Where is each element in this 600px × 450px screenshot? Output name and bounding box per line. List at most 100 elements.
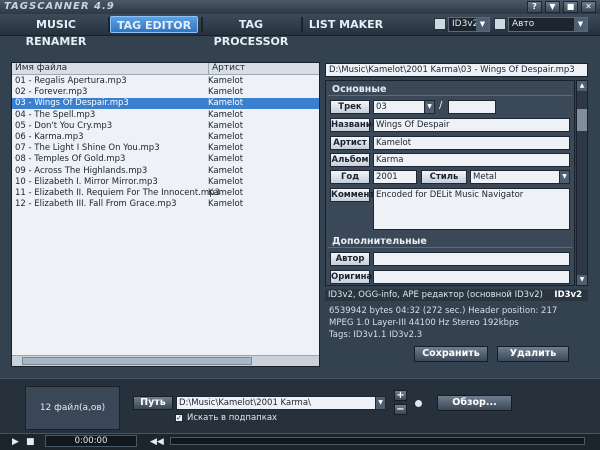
original-input[interactable] — [373, 270, 570, 284]
file-name-cell: 05 - Don't You Cry.mp3 — [15, 120, 113, 131]
table-row[interactable]: 10 - Elizabeth I. Mirror Mirror.mp3 Kamel… — [12, 177, 319, 188]
table-row[interactable]: 11 - Elizabeth II. Requiem For The Innoc… — [12, 188, 319, 199]
section-main-header: Основные — [328, 83, 572, 96]
author-label: Автор — [330, 252, 370, 266]
app-window: TAGSCANNER 4.9 ? ▼ ■ ✕ MUSIC RENAMER TAG… — [0, 0, 600, 450]
subfolders-label: Искать в подпапках — [187, 413, 278, 423]
author-input[interactable] — [373, 252, 570, 266]
scroll-up-icon[interactable]: ▲ — [577, 81, 587, 91]
path-label-button[interactable]: Путь — [133, 396, 173, 410]
table-row[interactable]: 12 - Elizabeth III. Fall From Grace.mp3 K… — [12, 199, 319, 210]
seek-bar[interactable] — [170, 437, 585, 445]
table-row[interactable]: 02 - Forever.mp3 Kamelot — [12, 87, 319, 98]
tag-version-value: ID3v2 — [452, 19, 479, 29]
horizontal-scrollbar[interactable] — [12, 355, 319, 366]
tag-panel-scrollbar[interactable]: ▲ ▼ — [576, 80, 588, 286]
file-name-cell: 08 - Temples Of Gold.mp3 — [15, 154, 126, 165]
help-button[interactable]: ? — [527, 1, 542, 13]
audio-info-line: MPEG 1.0 Layer-III 44100 Hz Stereo 192kb… — [329, 318, 519, 328]
dot-icon[interactable] — [415, 400, 422, 407]
save-button[interactable]: Сохранить — [414, 346, 488, 362]
remove-path-button[interactable]: − — [394, 404, 407, 415]
tab-list-maker[interactable]: LIST MAKER — [306, 16, 386, 33]
artist-cell: Kamelot — [208, 165, 244, 176]
table-row[interactable]: 03 - Wings Of Despair.mp3 Kamelot — [12, 98, 319, 110]
app-title: TAGSCANNER 4.9 — [4, 1, 115, 12]
floppy-icon[interactable] — [494, 18, 506, 30]
genre-input[interactable]: Metal — [470, 170, 560, 184]
artist-input[interactable]: Kamelot — [373, 136, 570, 150]
subfolders-checkbox[interactable]: ✓ — [175, 414, 183, 422]
artist-cell: Kamelot — [208, 188, 244, 198]
track-total-input[interactable] — [448, 100, 496, 114]
original-label: Оригинал — [330, 270, 379, 284]
tab-tag-editor[interactable]: TAG EDITOR — [110, 16, 198, 33]
table-row[interactable]: 05 - Don't You Cry.mp3 Kamelot — [12, 121, 319, 132]
tab-tag-processor[interactable]: TAG PROCESSOR — [204, 16, 298, 48]
stop-icon[interactable]: ■ — [26, 437, 35, 447]
file-name-cell: 09 - Across The Highlands.mp3 — [15, 165, 148, 176]
genre-dropdown-arrow[interactable]: ▼ — [559, 170, 570, 184]
mode-select[interactable]: Авто ▼ — [508, 17, 588, 32]
file-name-cell: 12 - Elizabeth III. Fall From Grace.mp3 — [15, 199, 177, 210]
table-row[interactable]: 06 - Karma.mp3 Kamelot — [12, 132, 319, 143]
file-name-cell: 04 - The Spell.mp3 — [15, 109, 96, 120]
artist-cell: Kamelot — [208, 76, 244, 86]
tags-info-line: Tags: ID3v1.1 ID3v2.3 — [329, 330, 423, 340]
scrollbar-thumb[interactable] — [22, 357, 252, 365]
column-header-artist[interactable]: Артист — [208, 63, 245, 74]
artist-cell: Kamelot — [208, 120, 244, 131]
genre-label: Стиль — [421, 170, 467, 184]
minimize-button[interactable]: ▼ — [545, 1, 560, 13]
scroll-down-icon[interactable]: ▼ — [577, 275, 587, 285]
file-count: 12 файл(а,ов) — [25, 386, 120, 430]
table-row[interactable]: 01 - Regalis Apertura.mp3 Kamelot — [12, 76, 319, 87]
file-list: Имя файла Артист 01 - Regalis Apertura.m… — [11, 62, 320, 367]
artist-cell: Kamelot — [208, 154, 244, 165]
comment-input[interactable]: Encoded for DELit Music Navigator — [373, 188, 570, 230]
artist-cell: Kamelot — [208, 143, 244, 154]
year-input[interactable]: 2001 — [373, 170, 417, 184]
table-row[interactable]: 08 - Temples Of Gold.mp3 Kamelot — [12, 154, 319, 165]
track-separator: / — [439, 100, 443, 111]
player-time: 0:00:00 — [45, 435, 137, 447]
tab-music-renamer[interactable]: MUSIC RENAMER — [6, 16, 106, 48]
tag-editor-panel: Основные Трек 03 ▼ / Название Wings Of D… — [325, 80, 575, 286]
title-bar: TAGSCANNER 4.9 ? ▼ ■ ✕ — [0, 0, 600, 14]
file-name-cell: 02 - Forever.mp3 — [15, 87, 88, 98]
chevron-down-icon: ▼ — [476, 18, 489, 31]
close-button[interactable]: ✕ — [581, 1, 596, 13]
artist-cell: Kamelot — [208, 98, 244, 109]
tag-version-select[interactable]: ID3v2 ▼ — [448, 17, 490, 32]
track-dropdown-arrow[interactable]: ▼ — [424, 100, 435, 114]
artist-cell: Kamelot — [208, 132, 244, 142]
album-input[interactable]: Karma — [373, 153, 570, 167]
browse-button[interactable]: Обзор... — [437, 395, 512, 411]
file-name-cell: 07 - The Light I Shine On You.mp3 — [15, 143, 160, 154]
scrollbar-thumb[interactable] — [577, 109, 587, 131]
tag-info-bar: ID3v2, OGG-info, APE редактор (основной … — [325, 289, 588, 301]
file-name-cell: 03 - Wings Of Despair.mp3 — [15, 98, 129, 109]
track-input[interactable]: 03 — [373, 100, 425, 114]
rewind-icon[interactable]: ◀◀ — [150, 437, 164, 447]
tab-divider — [201, 17, 203, 32]
path-dropdown-arrow[interactable]: ▼ — [375, 396, 386, 410]
maximize-button[interactable]: ■ — [563, 1, 578, 13]
artist-cell: Kamelot — [208, 109, 244, 120]
main-tabs: MUSIC RENAMER TAG EDITOR TAG PROCESSOR L… — [0, 14, 600, 48]
delete-button[interactable]: Удалить — [497, 346, 569, 362]
add-path-button[interactable]: + — [394, 390, 407, 401]
comment-label: Коммент — [330, 188, 375, 202]
title-input[interactable]: Wings Of Despair — [373, 118, 570, 132]
path-input[interactable]: D:\Music\Kamelot\2001 Karma\ — [176, 396, 376, 410]
tab-divider — [301, 17, 303, 32]
play-icon[interactable]: ▶ — [12, 437, 19, 447]
column-header-filename[interactable]: Имя файла — [15, 63, 67, 74]
file-path-field[interactable]: D:\Music\Kamelot\2001 Karma\03 - Wings O… — [325, 63, 588, 77]
table-row[interactable]: 04 - The Spell.mp3 Kamelot — [12, 110, 319, 121]
file-info-line: 6539942 bytes 04:32 (272 sec.) Header po… — [329, 306, 558, 316]
table-row[interactable]: 09 - Across The Highlands.mp3 Kamelot — [12, 166, 319, 177]
table-row[interactable]: 07 - The Light I Shine On You.mp3 Kamelot — [12, 143, 319, 154]
folder-icon[interactable] — [434, 18, 446, 30]
chevron-down-icon: ▼ — [574, 18, 587, 31]
